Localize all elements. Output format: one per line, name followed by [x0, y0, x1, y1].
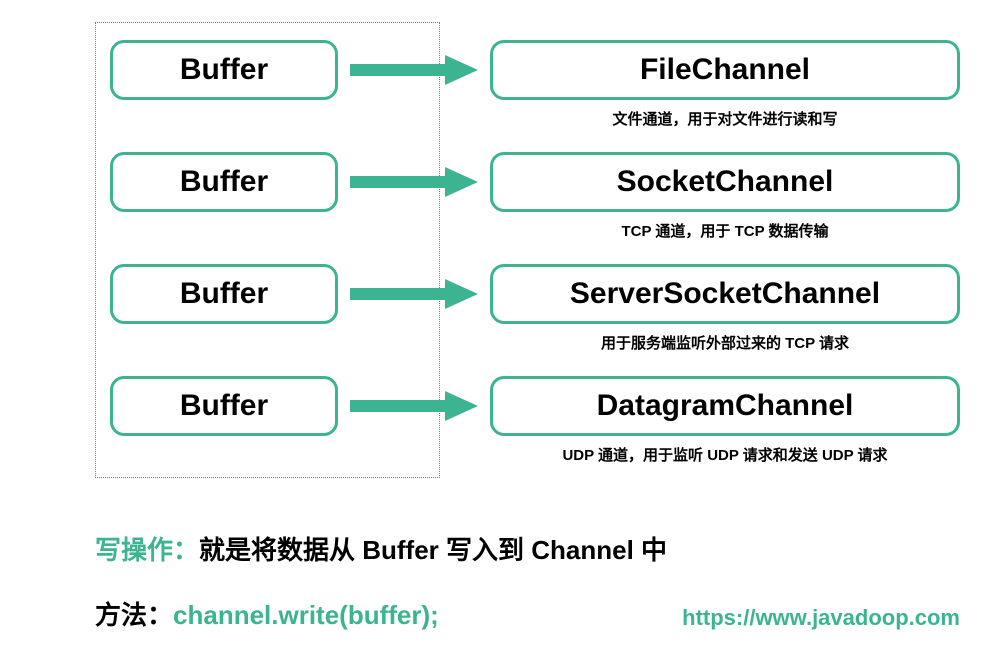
- buffer-box-3: Buffer: [110, 264, 338, 324]
- channel-desc-socket: TCP 通道，用于 TCP 数据传输: [490, 220, 960, 241]
- source-url: https://www.javadoop.com: [682, 605, 960, 631]
- buffer-box-1: Buffer: [110, 40, 338, 100]
- arrow-right-icon: [350, 279, 478, 309]
- write-operation-line: 写操作：就是将数据从 Buffer 写入到 Channel 中: [95, 530, 960, 567]
- arrow-right-icon: [350, 55, 478, 85]
- channel-desc-serversocket: 用于服务端监听外部过来的 TCP 请求: [490, 332, 960, 353]
- channel-desc-file: 文件通道，用于对文件进行读和写: [490, 108, 960, 129]
- channel-box-datagram: DatagramChannel: [490, 376, 960, 436]
- channel-desc-datagram: UDP 通道，用于监听 UDP 请求和发送 UDP 请求: [490, 444, 960, 465]
- method-label: 方法：: [95, 600, 173, 630]
- buffer-box-2: Buffer: [110, 152, 338, 212]
- channel-box-socket: SocketChannel: [490, 152, 960, 212]
- arrow-right-icon: [350, 391, 478, 421]
- channel-box-file: FileChannel: [490, 40, 960, 100]
- arrow-right-icon: [350, 167, 478, 197]
- write-operation-text: 就是将数据从 Buffer 写入到 Channel 中: [199, 535, 667, 565]
- channel-box-serversocket: ServerSocketChannel: [490, 264, 960, 324]
- write-operation-label: 写操作：: [95, 535, 199, 565]
- method-code: channel.write(buffer);: [173, 600, 439, 630]
- buffer-box-4: Buffer: [110, 376, 338, 436]
- diagram-area: Buffer FileChannel 文件通道，用于对文件进行读和写 Buffe…: [40, 20, 960, 490]
